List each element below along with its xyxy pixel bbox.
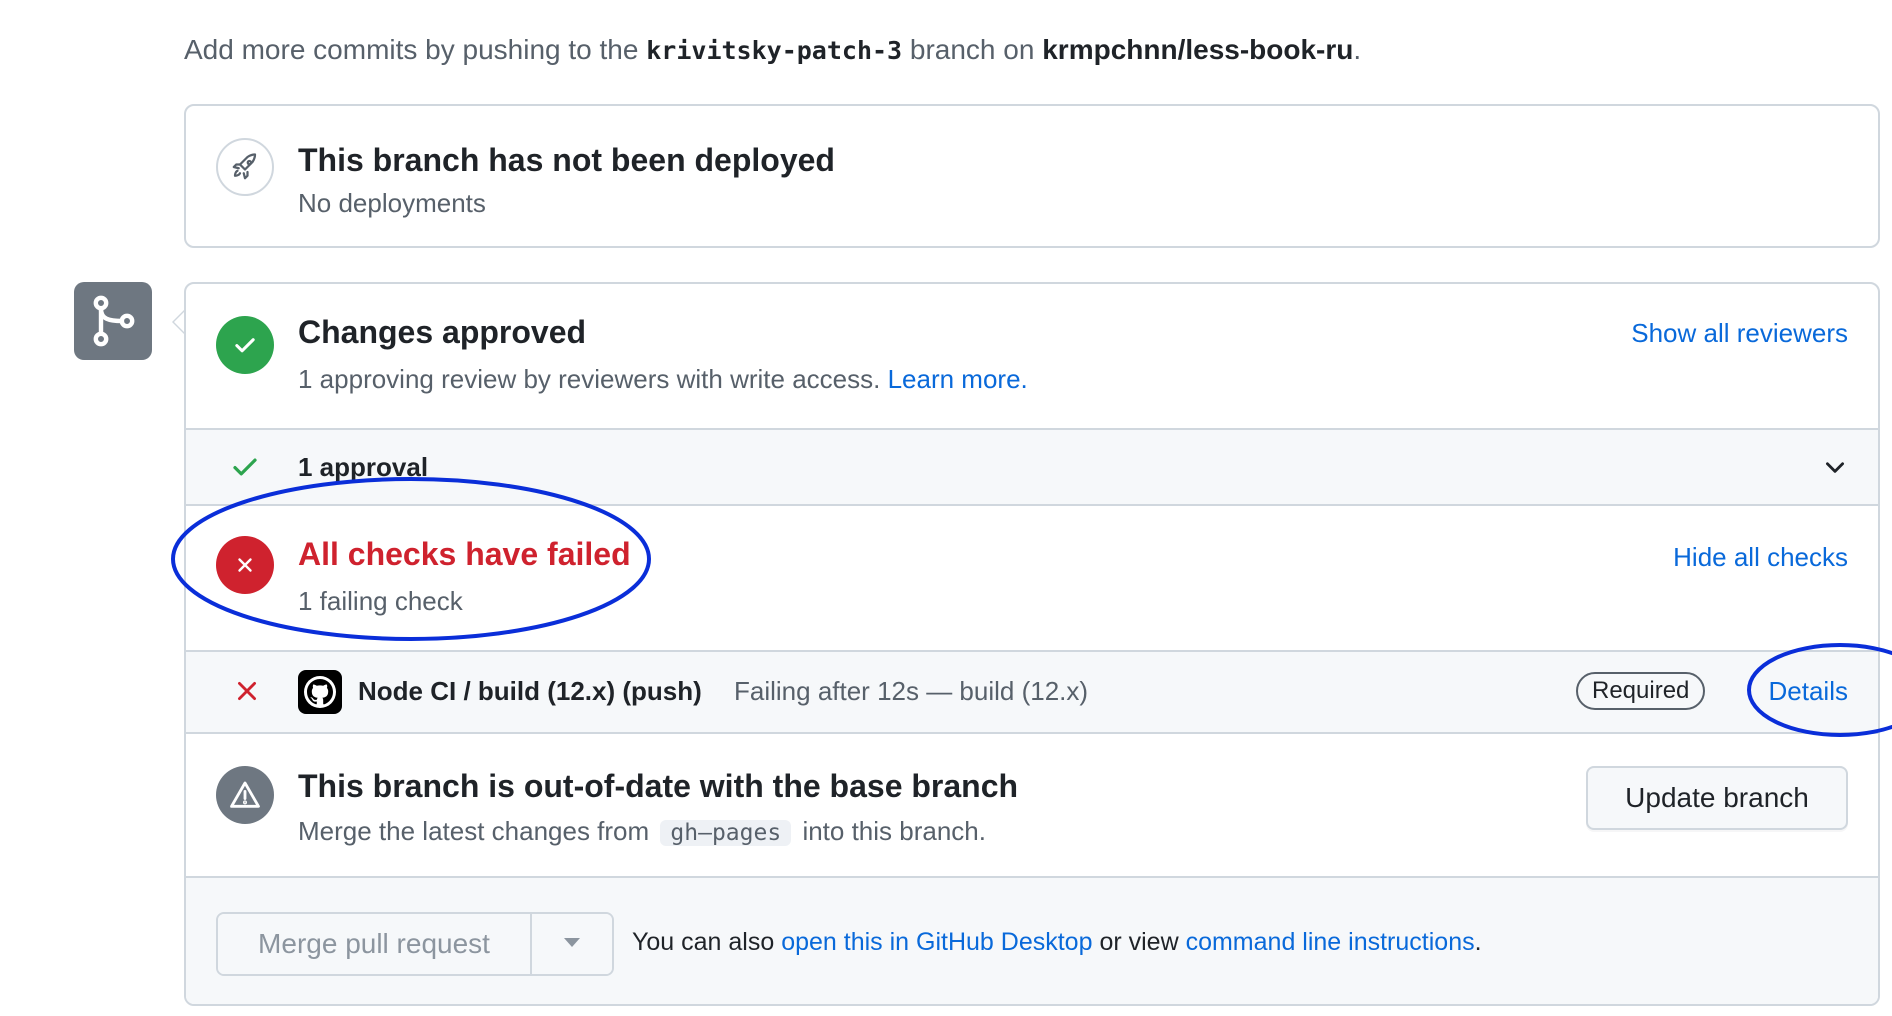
github-desktop-link[interactable]: open this in GitHub Desktop bbox=[781, 928, 1092, 956]
alert-icon bbox=[216, 766, 274, 824]
learn-more-link[interactable]: Learn more. bbox=[888, 364, 1028, 394]
merge-alternatives-note: You can also open this in GitHub Desktop… bbox=[632, 928, 1482, 957]
merge-actions-section: Merge pull request You can also open thi… bbox=[186, 878, 1878, 1004]
approval-title: Changes approved bbox=[298, 314, 587, 350]
push-hint: Add more commits by pushing to the krivi… bbox=[184, 34, 1361, 66]
chevron-down-icon[interactable] bbox=[1822, 454, 1848, 485]
check-circle-icon bbox=[216, 316, 274, 374]
show-all-reviewers-link[interactable]: Show all reviewers bbox=[1631, 318, 1848, 349]
push-hint-suffix: . bbox=[1353, 34, 1362, 65]
update-branch-button[interactable]: Update branch bbox=[1586, 766, 1848, 830]
repo-name: krmpchnn/less-book-ru bbox=[1042, 34, 1354, 65]
deployment-title: This branch has not been deployed bbox=[298, 142, 835, 178]
approval-subtitle: 1 approving review by reviewers with wri… bbox=[298, 364, 1028, 395]
merge-note-suffix: . bbox=[1474, 928, 1482, 956]
check-icon bbox=[230, 452, 260, 487]
approval-section: Changes approved 1 approving review by r… bbox=[186, 284, 1878, 428]
checks-subtitle: 1 failing check bbox=[298, 586, 463, 616]
rocket-icon bbox=[216, 138, 274, 196]
merge-note-prefix: You can also bbox=[632, 928, 775, 956]
check-description: Failing after 12s — build (12.x) bbox=[734, 676, 1089, 706]
details-link[interactable]: Details bbox=[1769, 676, 1848, 707]
merge-pull-request-button[interactable]: Merge pull request bbox=[218, 914, 532, 974]
x-circle-icon bbox=[216, 536, 274, 594]
hide-all-checks-link[interactable]: Hide all checks bbox=[1673, 542, 1848, 573]
base-branch-chip: gh–pages bbox=[660, 820, 792, 846]
out-of-date-title: This branch is out-of-date with the base… bbox=[298, 768, 1019, 804]
command-line-instructions-link[interactable]: command line instructions bbox=[1186, 928, 1475, 956]
out-of-date-suffix: into this branch. bbox=[802, 816, 986, 846]
head-branch-name: krivitsky-patch-3 bbox=[646, 36, 903, 65]
approval-count-row[interactable]: 1 approval bbox=[186, 428, 1878, 506]
deployment-panel: This branch has not been deployed No dep… bbox=[184, 104, 1880, 248]
out-of-date-subtitle: Merge the latest changes from gh–pages i… bbox=[298, 816, 986, 847]
out-of-date-section: This branch is out-of-date with the base… bbox=[186, 734, 1878, 878]
checks-section: All checks have failed 1 failing check H… bbox=[186, 506, 1878, 650]
deployment-subtitle: No deployments bbox=[298, 188, 486, 218]
merge-note-middle: or view bbox=[1099, 928, 1179, 956]
approval-count-label: 1 approval bbox=[298, 452, 429, 482]
merge-button-group: Merge pull request bbox=[216, 912, 614, 976]
github-avatar-icon bbox=[298, 670, 342, 719]
check-run-row: Node CI / build (12.x) (push) Failing af… bbox=[186, 650, 1878, 734]
git-merge-icon bbox=[74, 282, 152, 360]
required-badge: Required bbox=[1576, 672, 1706, 710]
push-hint-prefix: Add more commits by pushing to the bbox=[184, 34, 639, 65]
approval-subtitle-text: 1 approving review by reviewers with wri… bbox=[298, 364, 881, 394]
out-of-date-prefix: Merge the latest changes from bbox=[298, 816, 650, 846]
merge-status-panel: Changes approved 1 approving review by r… bbox=[184, 282, 1880, 1006]
merge-method-dropdown[interactable] bbox=[532, 914, 612, 974]
x-icon bbox=[234, 678, 260, 709]
check-name: Node CI / build (12.x) (push) bbox=[358, 676, 702, 706]
push-hint-middle: branch on bbox=[909, 34, 1035, 65]
checks-title: All checks have failed bbox=[298, 536, 631, 572]
caret-down-icon bbox=[564, 935, 580, 953]
